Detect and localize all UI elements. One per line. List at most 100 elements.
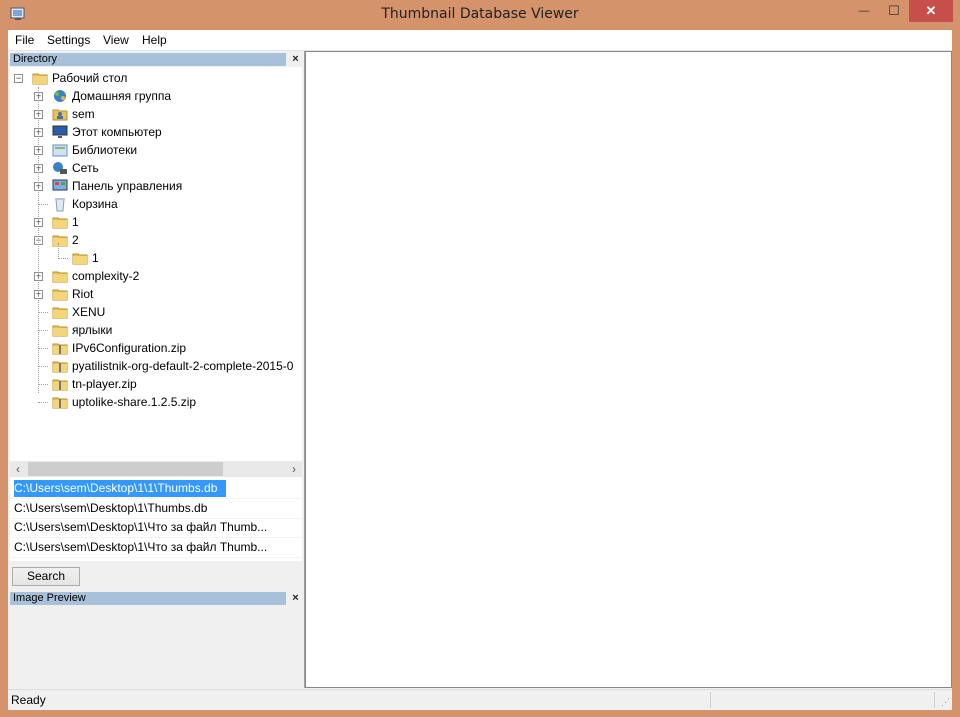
tree-item[interactable]: uptolike-share.1.2.5.zip — [52, 393, 196, 411]
tree-item[interactable]: 1 — [72, 249, 99, 267]
tree-item[interactable]: tn-player.zip — [52, 375, 137, 393]
tree-connector — [38, 384, 48, 385]
tree-item[interactable]: Домашняя группа — [52, 87, 171, 105]
tree-connector — [58, 258, 68, 259]
tree-item[interactable]: Этот компьютер — [52, 123, 162, 141]
tree-connector — [38, 204, 48, 205]
directory-tree[interactable]: − Рабочий стол + Домашняя группа + sem + Этот к… — [10, 67, 302, 461]
tree-item-label: 2 — [72, 233, 79, 247]
tree-item-label: Этот компьютер — [72, 125, 162, 139]
menu-file[interactable]: File — [15, 33, 34, 47]
scrollbar-thumb[interactable] — [28, 462, 223, 476]
tree-item-label: ярлыки — [72, 323, 113, 337]
tree-item[interactable]: 1 — [52, 213, 79, 231]
tree-connector — [38, 312, 48, 313]
tree-item[interactable]: pyatilistnik-org-default-2-complete-2015… — [52, 357, 293, 375]
tree-item-label: pyatilistnik-org-default-2-complete-2015… — [72, 359, 294, 373]
folder-icon — [52, 214, 68, 230]
tree-item[interactable]: Библиотеки — [52, 141, 137, 159]
image-preview-area — [10, 608, 302, 686]
tree-connector — [38, 366, 48, 367]
tree-connector — [38, 402, 48, 403]
row-divider — [10, 556, 302, 558]
tree-item-label: complexity-2 — [72, 269, 140, 283]
tree-item-label: 1 — [92, 251, 99, 265]
tree-item[interactable]: XENU — [52, 303, 105, 321]
search-button[interactable]: Search — [12, 567, 80, 586]
scroll-left-icon[interactable]: ‹ — [10, 461, 26, 477]
maximize-button[interactable]: ☐ — [879, 0, 909, 22]
tree-item[interactable]: 2 — [52, 231, 79, 249]
tree-connector — [38, 330, 48, 331]
tree-item-label: tn-player.zip — [72, 377, 137, 391]
scroll-right-icon[interactable]: › — [286, 461, 302, 477]
menu-help[interactable]: Help — [142, 33, 167, 47]
directory-panel-header: Directory × — [10, 53, 299, 66]
client-area: File Settings View Help Directory × − Раб… — [8, 30, 952, 710]
folder-icon — [52, 304, 68, 320]
tree-item[interactable]: Riot — [52, 285, 93, 303]
status-text: Ready — [11, 693, 46, 707]
tree-item-label: sem — [72, 107, 95, 121]
menu-settings[interactable]: Settings — [47, 33, 90, 47]
tree-item[interactable]: IPv6Configuration.zip — [52, 339, 186, 357]
collapse-icon[interactable]: − — [14, 74, 23, 83]
zip-folder-icon — [52, 358, 68, 374]
tree-item-label: Корзина — [72, 197, 118, 211]
status-separator — [934, 692, 935, 708]
tree-item[interactable]: Сеть — [52, 159, 99, 177]
tree-item[interactable]: sem — [52, 105, 95, 123]
computer-icon — [52, 124, 68, 140]
result-row[interactable]: C:\Users\sem\Desktop\1\Что за файл Thumb… — [14, 539, 274, 556]
tree-item-label: Сеть — [72, 161, 99, 175]
folder-icon — [52, 286, 68, 302]
minimize-icon: — — [858, 5, 870, 17]
thumbnail-view[interactable] — [305, 51, 952, 688]
image-preview-header: Image Preview × — [10, 592, 299, 605]
folder-icon — [72, 250, 88, 266]
user-folder-icon — [52, 106, 68, 122]
maximize-icon: ☐ — [888, 3, 900, 18]
tree-connector — [58, 243, 59, 259]
tree-item[interactable]: Рабочий стол — [32, 69, 127, 87]
close-icon: ✕ — [925, 3, 937, 18]
tree-item-label: Рабочий стол — [52, 71, 128, 85]
homegroup-icon — [52, 88, 68, 104]
directory-close-icon[interactable]: × — [289, 53, 302, 66]
tree-item-label: Домашняя группа — [72, 89, 172, 103]
tree-horizontal-scrollbar[interactable]: ‹ › — [10, 461, 302, 477]
tree-item[interactable]: Панель управления — [52, 177, 182, 195]
folder-icon — [52, 232, 68, 248]
result-row[interactable]: C:\Users\sem\Desktop\1\Что за файл Thumb… — [14, 519, 274, 536]
folder-icon — [52, 268, 68, 284]
menu-view[interactable]: View — [103, 33, 129, 47]
folder-icon — [32, 70, 48, 86]
tree-item-label: 1 — [72, 215, 79, 229]
app-window: Thumbnail Database Viewer — ☐ ✕ File Set… — [0, 0, 960, 717]
menu-bar: File Settings View Help — [8, 30, 952, 51]
network-icon — [52, 160, 68, 176]
tree-item[interactable]: ярлыки — [52, 321, 112, 339]
resize-grip-icon[interactable]: ⋰ — [941, 697, 950, 708]
tree-item[interactable]: complexity-2 — [52, 267, 139, 285]
search-results-list[interactable]: C:\Users\sem\Desktop\1\1\Thumbs.db C:\Use… — [10, 477, 302, 561]
zip-folder-icon — [52, 340, 68, 356]
libraries-icon — [52, 142, 68, 158]
folder-icon — [52, 322, 68, 338]
control-panel-icon — [52, 178, 68, 194]
tree-item-label: IPv6Configuration.zip — [72, 341, 187, 355]
title-bar[interactable]: Thumbnail Database Viewer — ☐ ✕ — [0, 0, 960, 30]
tree-item-label: uptolike-share.1.2.5.zip — [72, 395, 197, 409]
tree-connector — [38, 348, 48, 349]
tree-connector — [38, 87, 39, 393]
minimize-button[interactable]: — — [849, 0, 879, 22]
zip-folder-icon — [52, 376, 68, 392]
result-row[interactable]: C:\Users\sem\Desktop\1\Thumbs.db — [14, 500, 274, 517]
status-separator — [710, 692, 711, 708]
directory-panel-title: Directory — [13, 53, 58, 65]
tree-item[interactable]: Корзина — [52, 195, 118, 213]
close-button[interactable]: ✕ — [909, 0, 953, 22]
zip-folder-icon — [52, 394, 68, 410]
image-preview-close-icon[interactable]: × — [289, 592, 302, 605]
result-row[interactable]: C:\Users\sem\Desktop\1\1\Thumbs.db — [14, 480, 226, 497]
